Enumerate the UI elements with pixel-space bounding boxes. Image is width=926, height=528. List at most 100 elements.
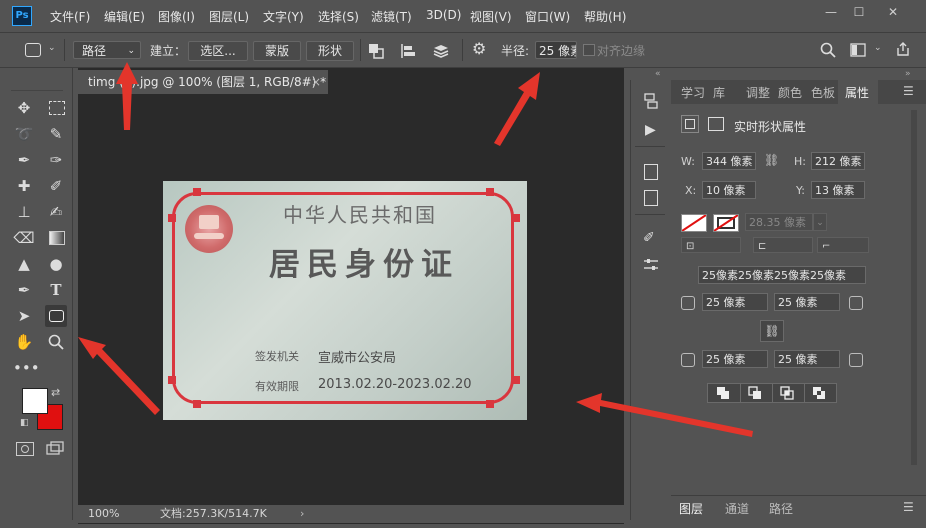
tab-properties[interactable]: 属性 xyxy=(845,84,869,101)
stroke-color-swatch[interactable] xyxy=(713,214,739,232)
link-icon[interactable]: ⛓ xyxy=(764,153,779,167)
path-alignment-icon[interactable] xyxy=(400,43,416,59)
type-tool-icon[interactable]: T xyxy=(45,279,67,301)
menu-type[interactable]: 文字(Y) xyxy=(263,8,304,25)
collapse-arrows-icon[interactable]: « xyxy=(655,69,661,79)
stroke-align-select[interactable]: ⊡ xyxy=(681,237,741,253)
zoom-tool-icon[interactable] xyxy=(45,331,67,353)
pen-tool-icon[interactable]: ✒ xyxy=(13,279,35,301)
clone-stamp-tool-icon[interactable]: ⊥ xyxy=(13,201,35,223)
blur-tool-icon[interactable]: ▲ xyxy=(13,253,35,275)
tab-color[interactable]: 颜色 xyxy=(778,84,802,101)
align-edges-checkbox[interactable] xyxy=(583,44,595,56)
scrollbar[interactable] xyxy=(911,110,917,465)
path-anchor-point[interactable] xyxy=(512,376,520,384)
intersect-shapes-icon[interactable] xyxy=(772,384,805,402)
menu-image[interactable]: 图像(I) xyxy=(158,8,195,25)
hand-tool-icon[interactable]: ✋ xyxy=(13,331,35,353)
rounded-rect-tool-preset-icon[interactable] xyxy=(25,43,41,57)
menu-layer[interactable]: 图层(L) xyxy=(209,8,249,25)
path-anchor-point[interactable] xyxy=(168,376,176,384)
stroke-corners-select[interactable]: ⌐ xyxy=(817,237,869,253)
eyedropper-tool-icon[interactable]: ✑ xyxy=(45,149,67,171)
tab-close-icon[interactable]: × xyxy=(311,70,321,94)
chevron-down-icon[interactable]: ⌄ xyxy=(874,43,882,53)
fill-color-swatch[interactable] xyxy=(681,214,707,232)
tab-paths[interactable]: 路径 xyxy=(769,500,793,517)
path-arrangement-icon[interactable] xyxy=(432,43,450,59)
eraser-tool-icon[interactable]: ⌫ xyxy=(13,227,35,249)
minimize-button[interactable]: — xyxy=(820,4,842,20)
path-anchor-point[interactable] xyxy=(486,188,494,196)
bottom-left-radius-input[interactable]: 25 像素 xyxy=(702,350,768,368)
search-icon[interactable] xyxy=(820,42,836,58)
pen-brush-tool-icon[interactable]: ✒ xyxy=(13,149,35,171)
path-anchor-point[interactable] xyxy=(193,400,201,408)
menu-edit[interactable]: 编辑(E) xyxy=(104,8,145,25)
quick-selection-tool-icon[interactable]: ✎ xyxy=(45,123,67,145)
stroke-width-input[interactable]: 28.35 像素 xyxy=(745,213,813,231)
move-tool-icon[interactable]: ✥ xyxy=(13,97,35,119)
rounded-rectangle-path[interactable] xyxy=(172,192,514,404)
chevron-down-icon[interactable]: ⌄ xyxy=(813,213,827,231)
swap-colors-icon[interactable]: ⇄ xyxy=(51,386,60,399)
healing-brush-tool-icon[interactable]: ✚ xyxy=(13,175,35,197)
close-window-button[interactable]: ✕ xyxy=(882,4,904,20)
history-panel-icon[interactable] xyxy=(643,93,659,109)
tab-learn[interactable]: 学习 xyxy=(681,84,705,101)
workspace-icon[interactable] xyxy=(850,43,866,57)
restore-button[interactable]: ☐ xyxy=(848,4,870,20)
y-input[interactable]: 13 像素 xyxy=(811,181,865,199)
menu-3d[interactable]: 3D(D) xyxy=(426,8,461,22)
make-mask-button[interactable]: 蒙版 xyxy=(253,41,301,61)
path-anchor-point[interactable] xyxy=(193,188,201,196)
gear-icon[interactable]: ⚙ xyxy=(472,39,486,58)
make-shape-button[interactable]: 形状 xyxy=(306,41,354,61)
top-left-radius-input[interactable]: 25 像素 xyxy=(702,293,768,311)
more-tools-icon[interactable]: ••• xyxy=(13,357,40,379)
share-icon[interactable] xyxy=(895,41,911,57)
photoshop-logo[interactable]: Ps xyxy=(12,6,32,26)
menu-window[interactable]: 窗口(W) xyxy=(525,8,570,25)
quick-mask-icon[interactable] xyxy=(16,442,34,456)
expand-arrows-icon[interactable]: » xyxy=(905,69,911,79)
default-colors-icon[interactable]: ◧ xyxy=(20,418,29,428)
character-panel-icon[interactable] xyxy=(644,164,658,180)
make-selection-button[interactable]: 选区... xyxy=(188,41,248,61)
top-right-radius-input[interactable]: 25 像素 xyxy=(774,293,840,311)
width-input[interactable]: 344 像素 xyxy=(702,152,756,170)
path-anchor-point[interactable] xyxy=(168,214,176,222)
subtract-shapes-icon[interactable] xyxy=(740,384,773,402)
foreground-color-swatch[interactable] xyxy=(22,388,48,414)
brush-tool-icon[interactable]: ✐ xyxy=(45,175,67,197)
tab-adjustments[interactable]: 调整 xyxy=(746,84,770,101)
tab-libraries[interactable]: 库 xyxy=(713,84,725,101)
play-action-icon[interactable]: ▶ xyxy=(645,122,656,138)
path-anchor-point[interactable] xyxy=(486,400,494,408)
lasso-tool-icon[interactable]: ➰ xyxy=(13,123,35,145)
tab-swatches[interactable]: 色板 xyxy=(811,84,835,101)
height-input[interactable]: 212 像素 xyxy=(811,152,865,170)
combine-shapes-icon[interactable] xyxy=(708,384,741,402)
marquee-tool-icon[interactable] xyxy=(45,97,67,119)
chevron-down-icon[interactable]: ⌄ xyxy=(48,43,56,53)
tab-layers[interactable]: 图层 xyxy=(679,500,703,517)
radius-input[interactable]: 25 像素 xyxy=(535,41,577,59)
history-brush-tool-icon[interactable]: ✍ xyxy=(45,201,67,223)
link-radius-button[interactable]: ⛓ xyxy=(760,320,784,342)
path-anchor-point[interactable] xyxy=(512,214,520,222)
panel-menu-icon[interactable]: ☰ xyxy=(903,500,914,514)
stroke-caps-select[interactable]: ⊏ xyxy=(753,237,813,253)
dodge-tool-icon[interactable]: ● xyxy=(45,253,67,275)
gradient-tool-icon[interactable] xyxy=(45,227,67,249)
mode-select[interactable]: 路径 ⌄ xyxy=(73,41,141,59)
adjustments-icon[interactable] xyxy=(643,258,659,272)
brush-settings-icon[interactable]: ✐ xyxy=(643,230,655,246)
bottom-right-radius-input[interactable]: 25 像素 xyxy=(774,350,840,368)
zoom-level[interactable]: 100% xyxy=(88,505,119,523)
menu-view[interactable]: 视图(V) xyxy=(470,8,512,25)
menu-file[interactable]: 文件(F) xyxy=(50,8,90,25)
menu-help[interactable]: 帮助(H) xyxy=(584,8,626,25)
menu-select[interactable]: 选择(S) xyxy=(318,8,359,25)
path-selection-tool-icon[interactable]: ➤ xyxy=(13,305,35,327)
